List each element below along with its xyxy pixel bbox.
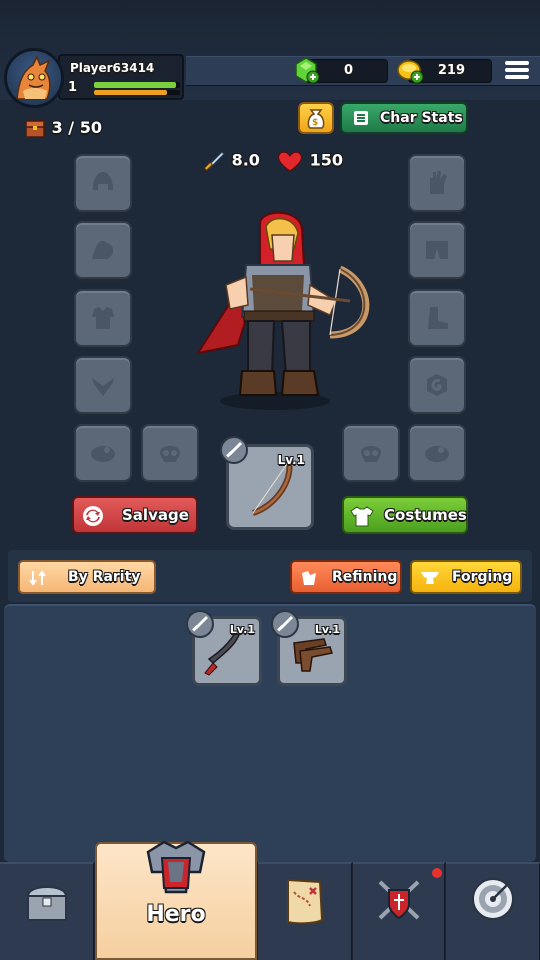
weapon-type-badge [220, 436, 248, 464]
skull-icon [361, 446, 381, 462]
money-bag-icon: $ [307, 109, 325, 129]
sword-badge-icon [226, 442, 242, 458]
crossed-swords-shield-icon [378, 880, 419, 920]
char-stats-button[interactable]: Char Stats [340, 102, 468, 134]
hero-armor-icon [146, 840, 206, 894]
gem-plus-icon[interactable] [292, 56, 320, 84]
slot-ring[interactable] [408, 356, 466, 414]
dragon-portrait-icon [16, 55, 51, 100]
gold-plus-icon[interactable] [396, 56, 424, 84]
xp-bar [94, 82, 180, 88]
notification-dot [432, 868, 442, 878]
tab-inventory[interactable] [0, 862, 94, 960]
chest-icon [25, 119, 45, 138]
pet-icon [91, 446, 115, 462]
treasure-map-icon [286, 878, 323, 925]
equipped-weapon-level: Lv.1 [277, 453, 305, 467]
slot-helmet[interactable] [74, 154, 132, 212]
refining-label: Refining [332, 569, 398, 585]
salvage-button[interactable]: Salvage [72, 496, 198, 534]
svg-text:$: $ [312, 118, 318, 128]
tab-hero[interactable]: Hero [95, 840, 257, 960]
item-level: Lv.1 [229, 623, 255, 636]
heart-icon [277, 151, 303, 172]
slot-pet[interactable] [74, 424, 132, 482]
slot-skull-right[interactable] [342, 424, 400, 482]
tab-map[interactable] [258, 862, 352, 960]
gem-value: 0 [343, 63, 353, 78]
xp-fill [94, 82, 176, 88]
chest-armor-icon [92, 307, 114, 329]
slot-gloves[interactable] [408, 154, 466, 212]
boot-icon [428, 307, 448, 329]
pants-icon [426, 241, 448, 259]
hero-character-icon[interactable] [190, 205, 380, 415]
costumes-label: Costumes [384, 506, 467, 524]
item-type-badge [186, 610, 214, 638]
bicep-icon [92, 240, 114, 259]
char-stats-label: Char Stats [380, 110, 463, 126]
treasure-chest-icon [26, 886, 67, 921]
tab-hero-label: Hero [146, 902, 206, 927]
tab-target[interactable] [446, 862, 540, 960]
sword-badge-icon [277, 616, 293, 632]
tab-guild[interactable] [353, 862, 445, 960]
gold-value: 219 [437, 63, 465, 78]
inventory-panel [4, 604, 536, 862]
slot-pet-right[interactable] [408, 424, 466, 482]
anvil-icon [421, 572, 439, 584]
slot-skull[interactable] [141, 424, 199, 482]
recycle-icon [83, 506, 103, 526]
player-name: Player63414 [70, 61, 155, 75]
glove-icon [430, 171, 447, 194]
slot-amulet[interactable] [74, 356, 132, 414]
health-value: 150 [309, 150, 343, 170]
shirt-icon [350, 506, 374, 527]
slot-boots[interactable] [408, 289, 466, 347]
ring-icon [427, 374, 447, 396]
energy-fill [94, 90, 168, 95]
by-rarity-button[interactable]: By Rarity [18, 560, 156, 594]
target-icon [471, 878, 514, 920]
amulet-icon [92, 378, 114, 396]
health-stat: 150 [276, 150, 343, 172]
forging-button[interactable]: Forging [410, 560, 522, 594]
sword-badge-icon [192, 616, 208, 632]
attack-stat: 8.0 [202, 150, 260, 172]
item-level: Lv.1 [314, 623, 340, 636]
list-icon [354, 111, 368, 125]
menu-line [505, 68, 529, 72]
avatar[interactable] [4, 48, 64, 108]
energy-bar [94, 90, 180, 95]
chest-count-value: 3 / 50 [51, 118, 102, 137]
salvage-label: Salvage [122, 506, 189, 524]
menu-button[interactable] [502, 58, 532, 84]
skull-icon [160, 446, 180, 462]
sword-icon [203, 151, 225, 171]
pet-icon [425, 446, 449, 462]
menu-line [505, 75, 529, 79]
refining-button[interactable]: Refining [290, 560, 402, 594]
forging-label: Forging [452, 569, 513, 585]
player-panel[interactable]: Player63414 1 [58, 54, 184, 100]
slot-armor[interactable] [74, 289, 132, 347]
chest-count: 3 / 50 [24, 118, 102, 139]
attack-value: 8.0 [231, 150, 260, 170]
money-bag-button[interactable]: $ [298, 102, 334, 134]
sort-arrows-icon [29, 570, 46, 586]
player-level: 1 [68, 80, 78, 95]
slot-pants[interactable] [408, 221, 466, 279]
costumes-button[interactable]: Costumes [342, 496, 468, 534]
by-rarity-label: By Rarity [68, 569, 141, 585]
item-type-badge [271, 610, 299, 638]
slot-arm[interactable] [74, 221, 132, 279]
helmet-icon [93, 172, 113, 190]
refine-hammer-icon [302, 571, 316, 585]
menu-line [505, 61, 529, 65]
